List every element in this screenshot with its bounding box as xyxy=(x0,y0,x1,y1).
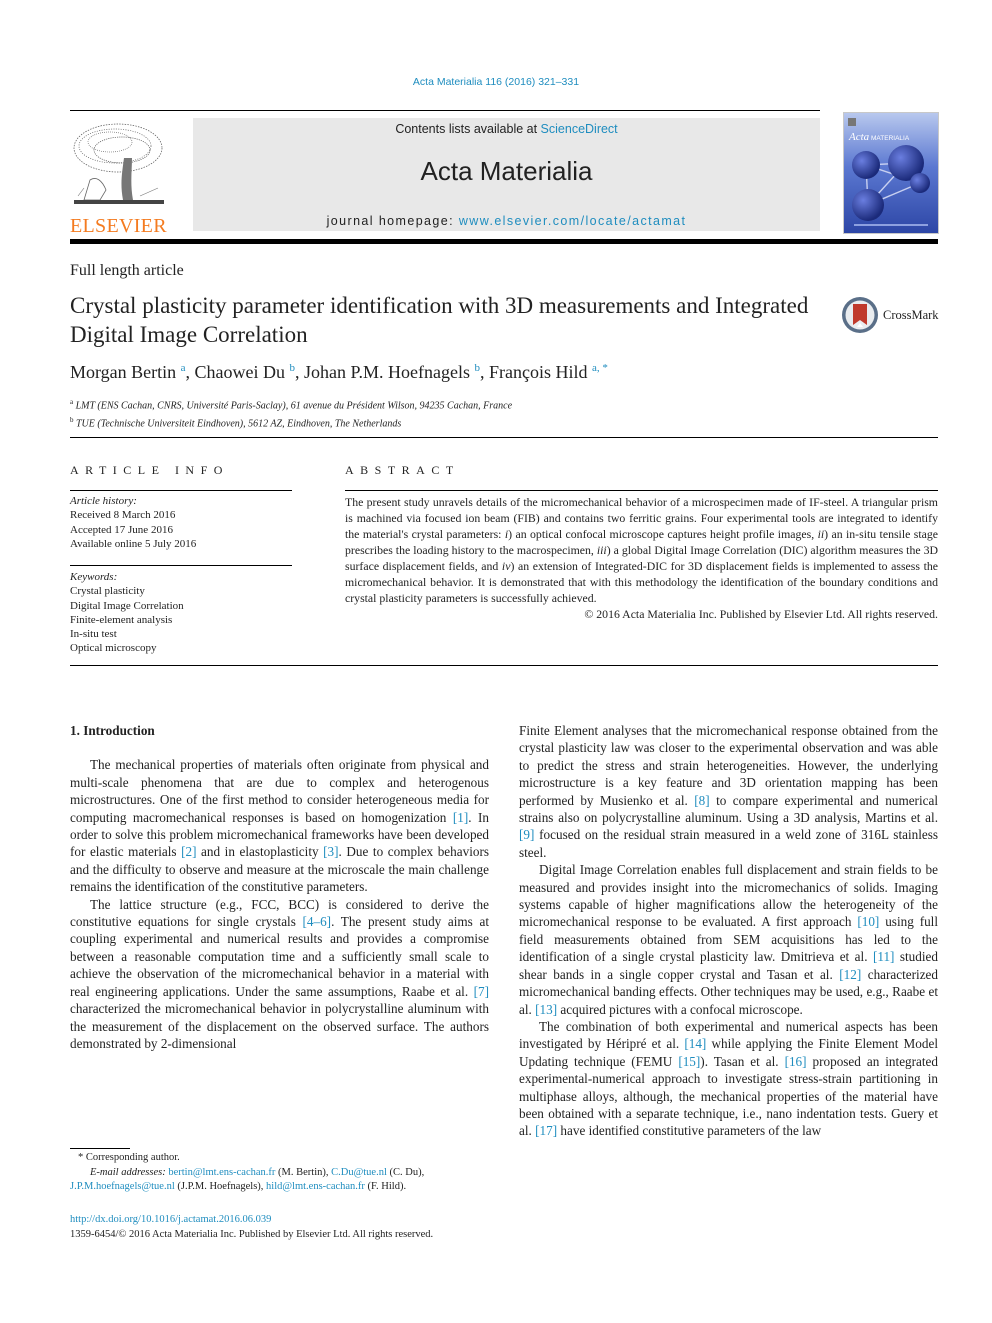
body-paragraph: The lattice structure (e.g., FCC, BCC) i… xyxy=(70,896,489,1051)
body-paragraph: The combination of both experimental and… xyxy=(519,1018,938,1139)
footnote-rule xyxy=(70,1148,130,1149)
body-column-right: Finite Element analyses that the microme… xyxy=(519,722,938,1140)
corresponding-author-note: * Corresponding author. xyxy=(78,1152,180,1163)
email-link[interactable]: bertin@lmt.ens-cachan.fr xyxy=(168,1167,275,1178)
author-affiliation-ref[interactable]: a, * xyxy=(592,362,608,374)
email-link[interactable]: J.P.M.hoefnagels@tue.nl xyxy=(70,1181,175,1192)
affiliation: a LMT (ENS Cachan, CNRS, Université Pari… xyxy=(70,398,513,412)
abstract-heading: ABSTRACT xyxy=(345,463,460,477)
citation-link[interactable]: [8] xyxy=(694,793,709,808)
journal-title: Acta Materialia xyxy=(420,156,593,186)
citation-link[interactable]: [9] xyxy=(519,827,534,842)
history-item: Available online 5 July 2016 xyxy=(70,537,197,550)
history-item: Accepted 17 June 2016 xyxy=(70,523,173,536)
journal-homepage-link[interactable]: www.elsevier.com/locate/actamat xyxy=(459,214,687,228)
affiliations: a LMT (ENS Cachan, CNRS, Université Pari… xyxy=(70,395,512,432)
author-list: Morgan Bertin a, Chaowei Du b, Johan P.M… xyxy=(70,362,608,382)
citation-link[interactable]: [1] xyxy=(453,810,468,825)
divider xyxy=(345,490,938,491)
author-name[interactable]: François Hild xyxy=(489,362,588,382)
email-link[interactable]: C.Du@tue.nl xyxy=(331,1167,387,1178)
journal-cover-thumbnail[interactable]: Acta MATERIALIA xyxy=(843,112,939,234)
citation-link[interactable]: [10] xyxy=(857,914,879,929)
citation-link[interactable]: [15] xyxy=(678,1054,700,1069)
citation-link[interactable]: [7] xyxy=(474,984,489,999)
citation-link[interactable]: [14] xyxy=(684,1036,706,1051)
keyword: In-situ test xyxy=(70,628,117,641)
citation-link[interactable]: [11] xyxy=(873,949,894,964)
divider xyxy=(70,490,292,491)
journal-citation-link[interactable]: Acta Materialia 116 (2016) 321–331 xyxy=(0,76,992,88)
sciencedirect-link[interactable]: ScienceDirect xyxy=(541,122,618,136)
abstract-copyright: © 2016 Acta Materialia Inc. Published by… xyxy=(584,607,938,621)
elsevier-logo[interactable]: ELSEVIER xyxy=(70,118,172,237)
keyword: Finite-element analysis xyxy=(70,613,173,626)
footnotes: * Corresponding author. E-mail addresses… xyxy=(70,1151,490,1195)
elsevier-tree-icon xyxy=(73,123,164,204)
divider xyxy=(70,437,938,438)
author-affiliation-ref[interactable]: b xyxy=(475,362,481,374)
affiliation: b TUE (Technische Universiteit Eindhoven… xyxy=(70,416,402,430)
crossmark-icon xyxy=(842,297,878,333)
journal-cover-icon: Acta MATERIALIA xyxy=(848,118,930,226)
citation-link[interactable]: [3] xyxy=(323,844,338,859)
header-thick-rule xyxy=(70,239,938,244)
journal-homepage-line: journal homepage: www.elsevier.com/locat… xyxy=(326,214,687,228)
history-item: Received 8 March 2016 xyxy=(70,509,176,522)
abstract-paragraph: The present study unravels details of th… xyxy=(345,495,938,605)
keyword: Digital Image Correlation xyxy=(70,599,184,612)
svg-text:Acta: Acta xyxy=(848,131,870,143)
article-type: Full length article xyxy=(70,262,184,279)
author-name[interactable]: Morgan Bertin xyxy=(70,362,176,382)
author-name[interactable]: Chaowei Du xyxy=(195,362,285,382)
citation-link[interactable]: [2] xyxy=(181,844,196,859)
article-history: Article history: Received 8 March 2016 A… xyxy=(70,494,196,551)
body-column-left: 1. Introduction The mechanical propertie… xyxy=(70,722,489,1052)
keyword: Crystal plasticity xyxy=(70,585,145,598)
journal-banner: Contents lists available at ScienceDirec… xyxy=(193,118,820,231)
top-rule xyxy=(70,110,820,111)
author-name[interactable]: Johan P.M. Hoefnagels xyxy=(304,362,470,382)
citation-link[interactable]: [12] xyxy=(839,967,861,982)
issn-copyright: 1359-6454/© 2016 Acta Materialia Inc. Pu… xyxy=(70,1229,434,1240)
email-addresses: E-mail addresses: bertin@lmt.ens-cachan.… xyxy=(70,1166,425,1193)
elsevier-wordmark: ELSEVIER xyxy=(70,215,167,237)
article-history-label: Article history: xyxy=(70,495,137,507)
citation-link[interactable]: [13] xyxy=(535,1002,557,1017)
doi-link[interactable]: http://dx.doi.org/10.1016/j.actamat.2016… xyxy=(70,1214,271,1225)
author-affiliation-ref[interactable]: b xyxy=(290,362,296,374)
citation-link[interactable]: [17] xyxy=(535,1123,557,1138)
doi-block: http://dx.doi.org/10.1016/j.actamat.2016… xyxy=(70,1212,433,1242)
keywords: Keywords: Crystal plasticity Digital Ima… xyxy=(70,570,184,656)
abstract-text: The present study unravels details of th… xyxy=(345,494,938,622)
contents-line: Contents lists available at ScienceDirec… xyxy=(395,122,618,136)
crossmark-badge[interactable]: CrossMark xyxy=(841,296,939,334)
crossmark-label: CrossMark xyxy=(883,307,939,322)
email-link[interactable]: hild@lmt.ens-cachan.fr xyxy=(266,1181,365,1192)
section-heading: 1. Introduction xyxy=(70,723,155,738)
keyword: Optical microscopy xyxy=(70,642,157,655)
article-title: Crystal plasticity parameter identificat… xyxy=(70,293,809,347)
author-affiliation-ref[interactable]: a xyxy=(181,362,186,374)
body-paragraph: Finite Element analyses that the microme… xyxy=(519,723,938,860)
divider xyxy=(70,565,292,566)
divider xyxy=(70,665,938,666)
article-info-heading: ARTICLE INFO xyxy=(70,463,229,477)
body-paragraph: Digital Image Correlation enables full d… xyxy=(519,862,939,1017)
citation-link[interactable]: [4–6] xyxy=(303,914,332,929)
citation-link[interactable]: [16] xyxy=(785,1054,807,1069)
keywords-label: Keywords: xyxy=(70,571,118,583)
body-paragraph: The mechanical properties of materials o… xyxy=(70,757,489,895)
svg-text:MATERIALIA: MATERIALIA xyxy=(871,135,910,142)
